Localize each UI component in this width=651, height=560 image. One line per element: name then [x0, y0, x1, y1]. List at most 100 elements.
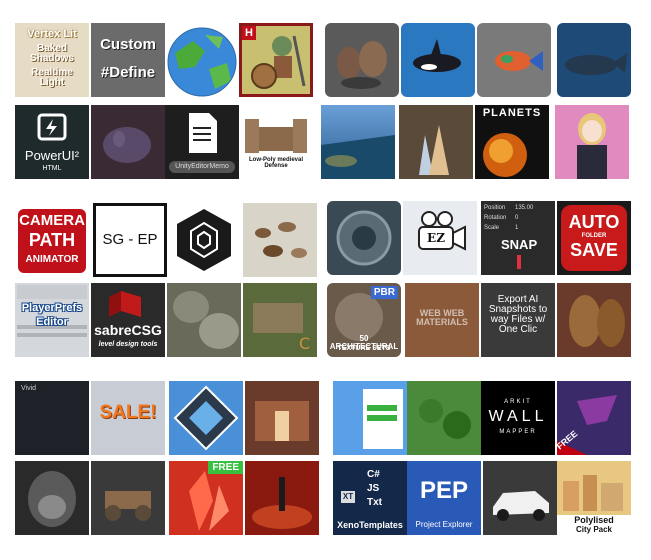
asset-tile-ocean[interactable] [321, 105, 395, 179]
snap-position-value: 135.00 [515, 205, 534, 211]
arkit-line1: ARKIT [504, 399, 532, 405]
asset-tile-dragon[interactable]: FREE [557, 381, 631, 455]
asset-tile-ui-windows[interactable] [333, 381, 407, 455]
asset-tile-lens[interactable] [327, 201, 401, 275]
web-materials-text: WEB WEB MATERIALS [416, 308, 468, 327]
camera-path-line2: PATH [28, 230, 76, 250]
asset-tile-export-ai[interactable]: Export AI Snapshots to way Files w/ One … [481, 283, 555, 357]
playerprefs-line2: Editor [36, 316, 68, 328]
vertex-lit-title: Vertex Lit [27, 28, 77, 40]
snap-scale-value: 1 [515, 225, 519, 231]
asset-tile-cart[interactable] [91, 461, 165, 535]
asset-tile-snap[interactable]: Position 135.00 Rotation 0 Scale 1 SNAP [481, 201, 555, 275]
xeno-c-sharp: C# [367, 469, 380, 480]
asset-tile-fish[interactable] [477, 23, 551, 97]
ez-text: EZ [427, 231, 445, 245]
asset-tile-custom-define[interactable]: Custom #Define [91, 23, 165, 97]
vivid-label: Vivid [21, 385, 37, 392]
lens-icon [336, 210, 392, 266]
free-badge-crystal: FREE [208, 461, 243, 474]
snap-title: SNAP [501, 237, 538, 252]
asset-tile-tiles[interactable] [169, 381, 243, 455]
asset-tile-auto-save[interactable]: AUTO FOLDER SAVE [557, 201, 631, 275]
planet-icon [167, 27, 237, 97]
asset-tile-rocks[interactable] [167, 283, 241, 357]
asset-tile-anime-girl[interactable] [555, 105, 629, 179]
auto-save-line1: AUTO [568, 212, 620, 232]
ocean-icon [321, 135, 395, 179]
asset-tile-vertex-lit[interactable]: Vertex Lit Baked Shadows Realtime Light [15, 23, 89, 97]
asset-tile-whale[interactable] [557, 23, 631, 97]
asset-tile-animals[interactable] [243, 203, 317, 277]
asset-tile-lowpoly-defense[interactable]: Low-Poly medieval Defense [239, 105, 313, 179]
asset-tile-planets[interactable]: PLANETS [475, 105, 549, 179]
asset-tile-camera-path[interactable]: CAMERA PATH ANIMATOR [15, 203, 89, 277]
hexagon-icon [177, 209, 231, 271]
pbr-badge: PBR [370, 286, 398, 299]
camera-path-line3: ANIMATOR [25, 254, 79, 265]
cart-icon [105, 491, 151, 521]
asset-tile-barrels[interactable] [557, 283, 631, 357]
arkit-line2: WALL [488, 408, 548, 425]
asset-tile-sg-ep[interactable]: SG - EP [93, 203, 167, 277]
asset-tile-interior[interactable] [245, 381, 319, 455]
asset-tile-pep[interactable]: PEP Project Explorer [407, 461, 481, 535]
sg-ep-title: SG - EP [102, 231, 158, 248]
xeno-js: JS [367, 483, 380, 494]
asset-tile-ez-camera[interactable]: EZ [403, 201, 477, 275]
asset-tile-h-character[interactable]: H [239, 23, 313, 97]
asset-tile-monsters[interactable] [91, 105, 165, 179]
barrel-icon [569, 295, 625, 347]
auto-save-line2: FOLDER [581, 233, 607, 239]
sale-text: SALE! [99, 402, 157, 423]
asset-tile-red-crystal[interactable]: FREE [169, 461, 243, 535]
creatures-icon [337, 41, 387, 89]
snap-position-label: Position [484, 205, 506, 211]
ruins-icon: C [253, 303, 310, 353]
room-icon [255, 401, 309, 441]
asset-tile-gorilla[interactable] [15, 461, 89, 535]
asset-tile-powerui[interactable]: PowerUI² HTML [15, 105, 89, 179]
asset-tile-arkit[interactable]: ARKIT WALL MAPPER [481, 381, 555, 455]
asset-tile-hex-floor[interactable] [245, 461, 319, 535]
car-icon [493, 491, 549, 521]
asset-tile-ruins[interactable]: C [243, 283, 317, 357]
snap-arrow-icon [517, 255, 521, 269]
sabrecsg-title: sabreCSG [94, 322, 162, 338]
asset-tile-landscape[interactable] [407, 381, 481, 455]
asset-tile-polylised[interactable]: Polylised City Pack [557, 461, 631, 535]
pep-title: PEP [419, 477, 469, 504]
playerprefs-line1: PlayerPrefs [21, 302, 83, 314]
window-ui-icon [363, 389, 403, 449]
planets-title: PLANETS [482, 107, 542, 119]
asset-tile-car[interactable] [483, 461, 557, 535]
diamond-icon [173, 385, 239, 451]
asset-tile-web-materials[interactable]: WEB WEB MATERIALS [405, 283, 479, 357]
custom-define-line1: Custom [100, 36, 156, 53]
asset-tile-vivid[interactable]: Vivid [15, 381, 89, 455]
asset-tile-sale[interactable]: SALE! [91, 381, 165, 455]
asset-tile-sabrecsg[interactable]: sabreCSG level design tools [91, 283, 165, 357]
rock-icon [173, 291, 239, 349]
custom-define-line2: #Define [100, 64, 156, 81]
asset-tile-hex[interactable] [167, 203, 241, 277]
animals-icon [255, 222, 307, 258]
asset-tile-pbr-textures[interactable]: PBR 50 ARCHITECTURAL TEXTURE SETS [327, 283, 401, 357]
asset-tile-playerprefs[interactable]: PlayerPrefs Editor [15, 283, 89, 357]
camera-path-line1: CAMERA [19, 212, 85, 229]
asset-tile-editor-memo[interactable]: UnityEditorMemo [165, 105, 239, 179]
h-badge: H [242, 26, 256, 40]
orca-icon [413, 39, 461, 72]
asset-tile-orca[interactable] [401, 23, 475, 97]
vertex-lit-realtime: Realtime Light [31, 67, 73, 88]
pbr-line2: TEXTURE SETS [337, 345, 391, 352]
xeno-badge: XT [341, 491, 355, 503]
asset-tile-xenotemplates[interactable]: C# JS Txt XT XenoTemplates [333, 461, 407, 535]
vertex-lit-baked: Baked Shadows [30, 43, 74, 64]
asset-tile-lowpoly-planet[interactable] [165, 23, 239, 97]
polylised-line2: City Pack [575, 525, 613, 534]
asset-tile-creatures[interactable] [325, 23, 399, 97]
landscape-icon [419, 399, 471, 439]
gorilla-icon [28, 471, 76, 527]
asset-tile-crystals[interactable] [399, 105, 473, 179]
